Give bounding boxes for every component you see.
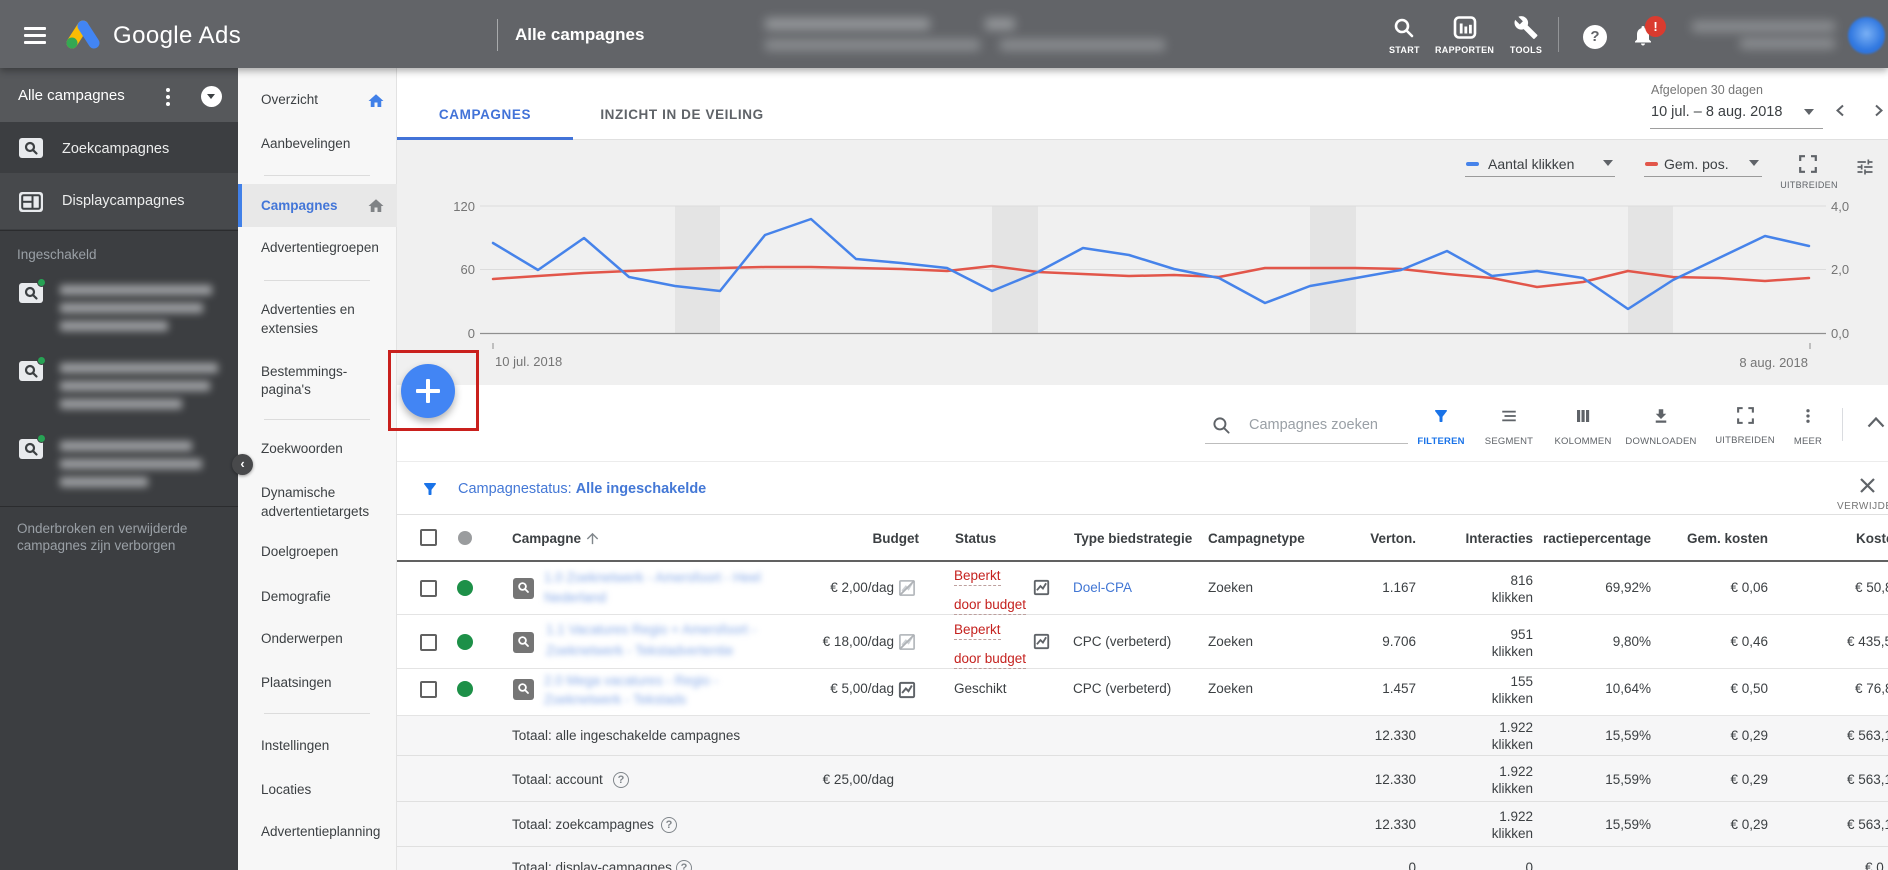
svg-text:60: 60 [461,262,475,277]
svg-text:0,0: 0,0 [1831,326,1849,341]
svg-text:2,0: 2,0 [1831,262,1849,277]
svg-text:4,0: 4,0 [1831,199,1849,214]
svg-text:10 jul. 2018: 10 jul. 2018 [495,354,562,369]
svg-text:120: 120 [453,199,475,214]
svg-text:0: 0 [468,326,475,341]
svg-text:8 aug. 2018: 8 aug. 2018 [1739,355,1808,370]
